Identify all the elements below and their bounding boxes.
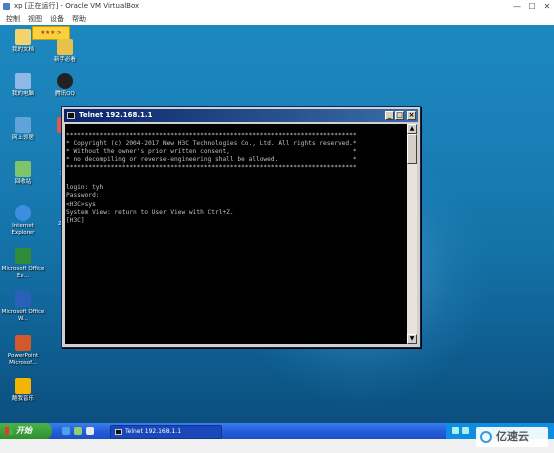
console-line: System View: return to User View with Ct… (66, 209, 234, 216)
console-output[interactable]: ****************************************… (65, 124, 407, 344)
desktop-icon-my-documents[interactable]: 我的文档 (0, 29, 46, 54)
desktop-icon-qq[interactable]: 腾讯QQ (42, 73, 88, 98)
icon-label: 我的文档 (11, 47, 34, 53)
host-status-bar: 亿速云 (0, 427, 554, 453)
task-label: Telnet 192.168.1.1 (125, 428, 182, 435)
show-desktop-icon[interactable] (86, 427, 94, 435)
menu-view[interactable]: 视图 (28, 13, 42, 25)
maximize-button[interactable]: ☐ (525, 0, 539, 13)
desktop-icon-word[interactable]: Microsoft Office W... (0, 291, 46, 322)
music-icon (15, 378, 31, 394)
telnet-title-bar[interactable]: Telnet 192.168.1.1 _ □ × (64, 109, 418, 122)
start-button[interactable]: 开始 (0, 423, 52, 439)
start-label: 开始 (16, 426, 32, 435)
icon-label: 酷我音乐 (11, 396, 34, 402)
console-line: ****************************************… (66, 164, 357, 171)
virtualbox-icon (3, 3, 10, 10)
console-icon (115, 429, 122, 435)
network-icon (15, 117, 31, 133)
icon-label: Microsoft Office Ex... (1, 266, 45, 279)
menu-devices[interactable]: 设备 (50, 13, 64, 25)
telnet-maximize-button[interactable]: □ (395, 111, 404, 120)
desktop-icon-powerpoint[interactable]: PowerPoint Microsof... (0, 335, 46, 366)
telnet-title: Telnet 192.168.1.1 (79, 111, 153, 119)
recycle-bin-icon (15, 161, 31, 177)
desktop-icon-beginner-guide[interactable]: 新手必看 (42, 39, 88, 64)
yisu-logo-icon (480, 431, 492, 443)
close-button[interactable]: ✕ (540, 0, 554, 13)
desktop-icon-recycle-bin[interactable]: 回收站 (0, 161, 46, 186)
telnet-window[interactable]: Telnet 192.168.1.1 _ □ × ***************… (61, 106, 421, 348)
desktop-icon-ie[interactable]: Internet Explorer (0, 205, 46, 236)
menu-control[interactable]: 控制 (6, 13, 20, 25)
desktop-icon-my-computer[interactable]: 我的电脑 (0, 73, 46, 98)
icon-label: 新手必看 (53, 57, 76, 63)
excel-icon (15, 248, 31, 264)
menu-help[interactable]: 帮助 (72, 13, 86, 25)
telnet-minimize-button[interactable]: _ (385, 111, 394, 120)
host-menu-bar: 控制 视图 设备 帮助 (0, 13, 554, 25)
quicklaunch-icon[interactable] (74, 427, 82, 435)
tray-network-icon[interactable] (452, 427, 459, 434)
console-line: [H3C] (66, 217, 85, 224)
taskbar-telnet-button[interactable]: Telnet 192.168.1.1 (110, 425, 222, 439)
desktop-icon-kuwo[interactable]: 酷我音乐 (0, 378, 46, 403)
icon-label: 我的电脑 (11, 91, 34, 97)
icon-label: 网上邻居 (11, 135, 34, 141)
icon-label: PowerPoint Microsof... (7, 353, 39, 366)
word-icon (15, 291, 31, 307)
ie-quicklaunch-icon[interactable] (62, 427, 70, 435)
telnet-close-button[interactable]: × (407, 111, 416, 120)
folder-icon (15, 29, 31, 45)
tray-volume-icon[interactable] (462, 427, 469, 434)
scroll-thumb[interactable] (407, 134, 417, 164)
icon-label: Internet Explorer (11, 223, 35, 236)
windows-logo-icon (5, 427, 13, 435)
computer-icon (15, 73, 31, 89)
console-icon (67, 112, 75, 119)
icon-label: Microsoft Office W... (1, 309, 45, 322)
icon-label: 回收站 (14, 179, 32, 185)
ie-icon (15, 205, 31, 221)
minimize-button[interactable]: — (510, 0, 524, 13)
icon-label: 腾讯QQ (55, 91, 75, 97)
console-line: Password: (66, 192, 100, 199)
desktop-icon-excel[interactable]: Microsoft Office Ex... (0, 248, 46, 279)
scroll-up-arrow-icon[interactable]: ▲ (407, 124, 417, 134)
host-title-bar: xp [正在运行] - Oracle VM VirtualBox — ☐ ✕ (0, 0, 554, 13)
guide-icon (57, 39, 73, 55)
host-window-title: xp [正在运行] - Oracle VM VirtualBox (14, 2, 140, 10)
scroll-down-arrow-icon[interactable]: ▼ (407, 334, 417, 344)
taskbar: 开始 Telnet 192.168.1.1 (0, 423, 554, 439)
watermark: 亿速云 (476, 427, 548, 447)
desktop-icon-network[interactable]: 网上邻居 (0, 117, 46, 142)
penguin-icon (57, 73, 73, 89)
console-scrollbar[interactable]: ▲ ▼ (407, 124, 417, 344)
powerpoint-icon (15, 335, 31, 351)
watermark-text: 亿速云 (496, 430, 529, 443)
